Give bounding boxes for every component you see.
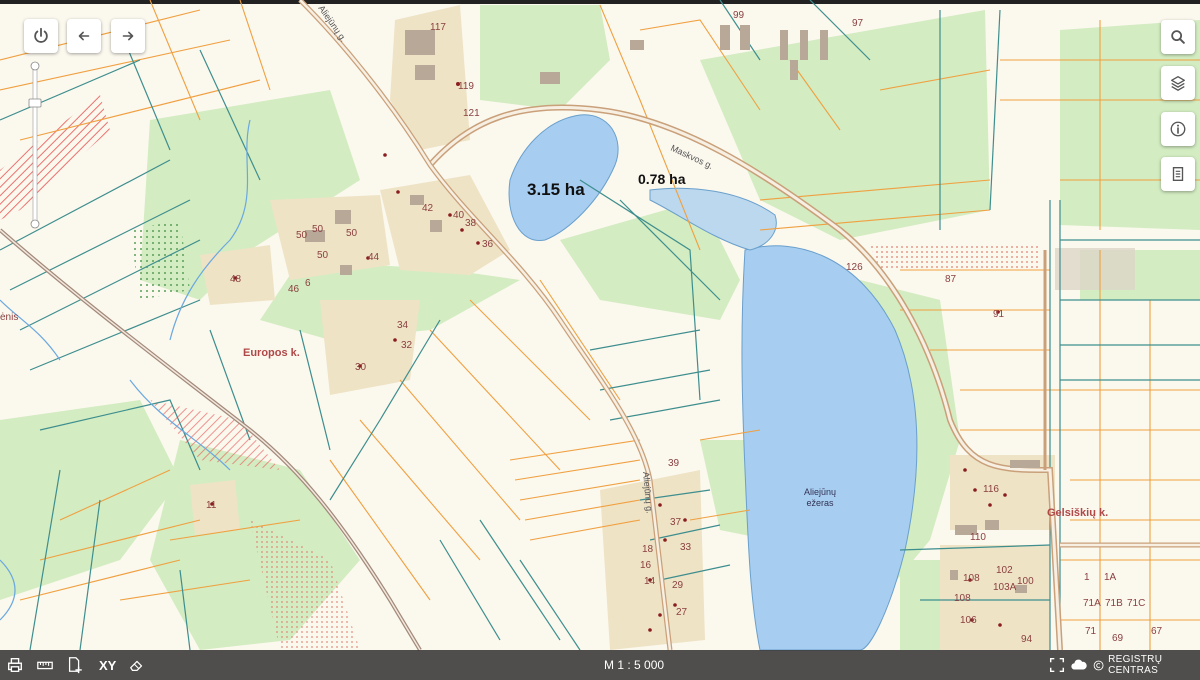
measure-icon bbox=[37, 661, 53, 670]
parcel-number: 11 bbox=[206, 500, 217, 511]
parcel-number: 50 bbox=[346, 228, 358, 239]
parcel-number: 27 bbox=[676, 607, 688, 618]
measure-button[interactable] bbox=[36, 655, 54, 675]
search-icon bbox=[1171, 30, 1185, 44]
copyright-text: REGISTRŲ CENTRAS bbox=[1108, 654, 1163, 676]
parcel-number: 94 bbox=[1021, 634, 1033, 645]
parcel-number: 121 bbox=[463, 108, 480, 119]
parcel-number: 67 bbox=[1151, 626, 1163, 637]
parcel-number: 102 bbox=[996, 565, 1013, 576]
parcel-number: 6 bbox=[305, 278, 311, 289]
power-button[interactable] bbox=[24, 19, 58, 53]
eraser-icon bbox=[130, 660, 143, 672]
zoom-slider[interactable] bbox=[28, 61, 42, 229]
parcel-number: 69 bbox=[1112, 633, 1124, 644]
parcel-number: 30 bbox=[355, 362, 367, 373]
parcel-number: 106 bbox=[960, 615, 977, 626]
search-button[interactable] bbox=[1161, 20, 1195, 54]
lake-label-line1: Aliejūnų bbox=[804, 487, 836, 497]
parcel-number: 50 bbox=[312, 224, 324, 235]
parcel-number: 37 bbox=[670, 517, 682, 528]
parcel-number: ėnis bbox=[0, 312, 18, 323]
parcel-number: 40 bbox=[453, 210, 465, 221]
cadastral-map[interactable]: 3.15 ha 0.78 ha Europos k. Gelsiškių k. … bbox=[0, 0, 1200, 680]
parcel-number: 117 bbox=[430, 22, 446, 33]
parcel-number: 18 bbox=[642, 544, 654, 555]
info-button[interactable] bbox=[1161, 112, 1195, 146]
parcel-number: 119 bbox=[458, 81, 474, 92]
parcel-number: 126 bbox=[846, 262, 863, 273]
power-icon bbox=[34, 27, 48, 43]
xy-button[interactable]: XY bbox=[99, 655, 116, 675]
zoom-in-handle bbox=[30, 61, 40, 71]
parcel-number: 97 bbox=[852, 18, 864, 29]
parcel-number: 38 bbox=[465, 218, 477, 229]
add-document-icon bbox=[68, 657, 82, 674]
parcel-number: 110 bbox=[970, 532, 986, 543]
parcel-number: 50 bbox=[296, 230, 308, 241]
undo-button[interactable] bbox=[67, 19, 101, 53]
parcel-number: 71 bbox=[1085, 626, 1097, 637]
document-icon bbox=[1172, 167, 1184, 181]
parcel-number: 1 bbox=[1084, 572, 1090, 583]
parcel-number: 14 bbox=[644, 576, 656, 587]
parcel-number: 32 bbox=[401, 340, 413, 351]
parcel-number: 34 bbox=[397, 320, 409, 331]
bottom-toolbar: XY M 1 : 5 000 REGISTRŲ CENTRAS bbox=[0, 650, 1200, 680]
copyright-icon bbox=[1093, 660, 1104, 670]
document-button[interactable] bbox=[1161, 157, 1195, 191]
undo-icon bbox=[78, 31, 90, 41]
parcel-number: 108 bbox=[963, 573, 980, 584]
lake-label-line2: ežeras bbox=[806, 498, 834, 508]
locality-label-europos: Europos k. bbox=[243, 347, 300, 359]
redo-icon bbox=[122, 31, 134, 41]
parcel-number: 116 bbox=[983, 484, 999, 495]
parcel-number: 39 bbox=[668, 458, 680, 469]
area-label-wetland: 0.78 ha bbox=[638, 171, 686, 187]
redo-button[interactable] bbox=[111, 19, 145, 53]
parcel-number: 48 bbox=[230, 274, 242, 285]
parcel-number: 103A bbox=[993, 582, 1017, 593]
parcel-number: 1A bbox=[1104, 572, 1117, 583]
locality-label-gelsiskiu: Gelsiškių k. bbox=[1047, 507, 1108, 519]
info-icon bbox=[1170, 121, 1186, 137]
zoom-out-handle bbox=[30, 219, 40, 229]
parcel-number: 46 bbox=[288, 284, 300, 295]
parcel-number: 87 bbox=[945, 274, 957, 285]
parcel-number: 16 bbox=[640, 560, 652, 571]
layers-button[interactable] bbox=[1161, 66, 1195, 100]
cloud-button[interactable] bbox=[1070, 655, 1088, 675]
fullscreen-icon bbox=[1049, 657, 1065, 673]
fullscreen-button[interactable] bbox=[1048, 655, 1066, 675]
parcel-number: 44 bbox=[368, 252, 380, 263]
scale-indicator: M 1 : 5 000 bbox=[604, 655, 664, 675]
area-label-pond: 3.15 ha bbox=[527, 180, 585, 199]
layers-icon bbox=[1171, 76, 1185, 91]
parcel-number: 71B bbox=[1105, 598, 1123, 609]
parcel-number: 71A bbox=[1083, 598, 1101, 609]
add-document-button[interactable] bbox=[66, 655, 84, 675]
print-icon bbox=[8, 658, 22, 672]
zoom-thumb bbox=[28, 98, 42, 108]
parcel-number: 99 bbox=[733, 10, 745, 21]
cloud-icon bbox=[1071, 659, 1087, 670]
parcel-number: 33 bbox=[680, 542, 692, 553]
parcel-number: 42 bbox=[422, 203, 434, 214]
xy-label: XY bbox=[99, 657, 117, 673]
parcel-number: 71C bbox=[1127, 598, 1145, 609]
scale-text: M 1 : 5 000 bbox=[604, 658, 665, 672]
parcel-number: 36 bbox=[482, 239, 494, 250]
eraser-button[interactable] bbox=[128, 655, 146, 675]
parcel-number: 50 bbox=[317, 250, 329, 261]
parcel-number: 29 bbox=[672, 580, 684, 591]
copyright-info[interactable]: REGISTRŲ CENTRAS bbox=[1093, 654, 1200, 676]
parcel-number: 100 bbox=[1017, 576, 1034, 587]
parcel-number: 108 bbox=[954, 593, 971, 604]
parcel-number: 91 bbox=[993, 309, 1005, 320]
print-button[interactable] bbox=[6, 655, 24, 675]
